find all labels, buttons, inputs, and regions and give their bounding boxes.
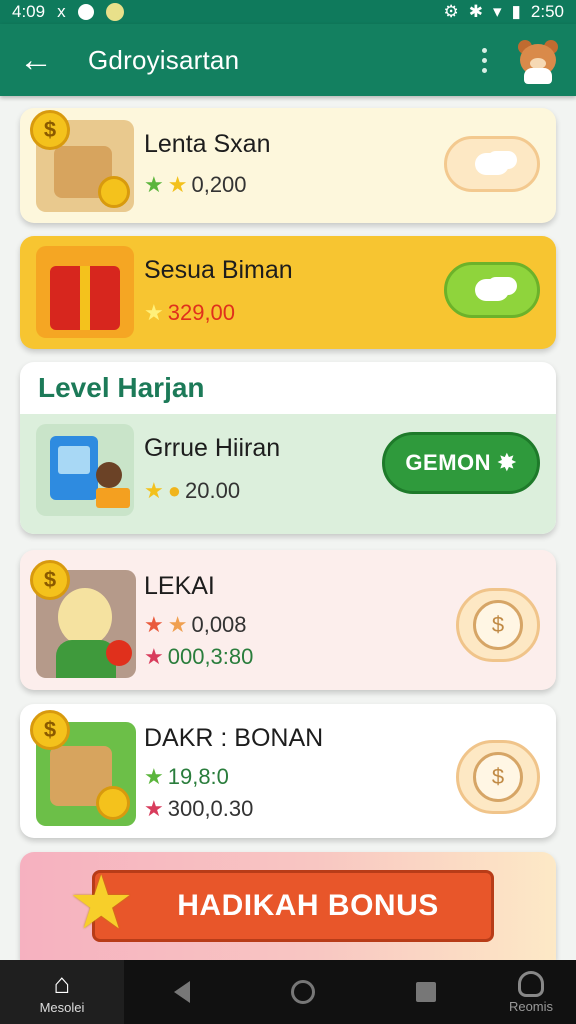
star-icon: ★ xyxy=(167,612,188,637)
coin-bubble-button[interactable]: $ xyxy=(456,740,540,814)
home-icon: ⌂ xyxy=(53,967,71,999)
reward-card-1[interactable]: $ Lenta Sxan ★ ★ 0,200 xyxy=(20,108,556,223)
reward-card-5[interactable]: $ DAKR : BONAN ★ 19,8:0 ★ 300,0.30 $ xyxy=(20,704,556,838)
status-bar: 4:09 x ⚙ ✱ ▾ ▮ 2:50 xyxy=(0,0,576,24)
card-title: Grrue Hiiran xyxy=(144,434,281,462)
card-title: LEKAI xyxy=(144,572,215,600)
stat-value: 000,3:80 xyxy=(167,644,254,669)
star-icon: ★ xyxy=(144,478,164,503)
coin-badge-icon: $ xyxy=(30,710,70,750)
bonus-label: HADIKAH BONUS xyxy=(177,889,439,922)
gift-box-image xyxy=(36,246,134,338)
app-bar: ← Gdroyisartan xyxy=(0,24,576,96)
nav-profile[interactable]: Reomis xyxy=(486,970,576,1014)
cloud-icon xyxy=(475,279,509,301)
card-title: DAKR : BONAN xyxy=(144,724,324,752)
sparkle-icon: ✸ xyxy=(497,450,517,475)
app-badge-icon xyxy=(105,3,124,21)
coin-badge-icon: $ xyxy=(30,110,70,150)
bear-avatar-icon[interactable] xyxy=(514,36,562,84)
coin-bubble-icon: $ xyxy=(473,600,523,650)
reward-card-2[interactable]: Sesua Biman ★ 329,00 xyxy=(20,236,556,349)
level-card[interactable]: Grrue Hiiran ★ ● 20.00 GEMON ✸ xyxy=(20,414,556,534)
wifi-icon: ▾ xyxy=(493,2,502,21)
collect-button[interactable] xyxy=(444,262,540,318)
star-icon: ★ xyxy=(144,644,164,669)
star-icon: ★ xyxy=(144,796,164,821)
bluetooth-icon: ✱ xyxy=(468,2,483,21)
page-title: Gdroyisartan xyxy=(88,44,240,75)
more-vert-icon[interactable] xyxy=(464,24,504,96)
coin-bubble-icon: $ xyxy=(473,752,523,802)
cloud-icon xyxy=(475,153,509,175)
status-time-left: 4:09 xyxy=(12,2,46,21)
star-icon: ★ xyxy=(144,612,164,637)
reward-card-4[interactable]: $ LEKAI ★ ★ 0,008 ★ 000,3:80 $ xyxy=(20,550,556,690)
bonus-card: HADIKAH BONUS ★ xyxy=(20,852,556,960)
bonus-button[interactable]: HADIKAH BONUS xyxy=(92,870,494,942)
back-nav-icon[interactable] xyxy=(174,981,191,1003)
home-nav-icon[interactable] xyxy=(290,980,315,1004)
notification-dot-icon xyxy=(77,4,94,20)
card-stat: ★ 19,8:0 xyxy=(144,764,229,790)
card-title: Lenta Sxan xyxy=(144,130,271,158)
stat-value: 0,008 xyxy=(191,612,247,637)
recents-nav-icon[interactable] xyxy=(415,982,436,1002)
nav-home[interactable]: ⌂ Mesolei xyxy=(0,960,124,1024)
coin-icon: ● xyxy=(167,478,182,503)
settings-gear-icon: ⚙ xyxy=(443,2,459,21)
card-title: Sesua Biman xyxy=(144,256,293,284)
battery-icon: ▮ xyxy=(511,2,521,21)
stat-value: 300,0.30 xyxy=(167,796,254,821)
profile-icon xyxy=(518,970,544,997)
star-icon: ★ xyxy=(144,172,164,197)
nav-profile-label: Reomis xyxy=(508,998,554,1014)
nav-home-label: Mesolei xyxy=(39,999,85,1015)
coin-bubble-button[interactable]: $ xyxy=(456,588,540,662)
card-stat-2: ★ 300,0.30 xyxy=(144,796,253,822)
arrow-left-icon[interactable]: ← xyxy=(0,24,72,96)
bottom-nav: ⌂ Mesolei Reomis xyxy=(0,960,576,1024)
gemon-button-label: GEMON xyxy=(405,450,492,475)
star-icon: ★ xyxy=(144,300,164,325)
section-title: Level Harjan xyxy=(38,372,205,403)
card-stat: ★ ★ 0,200 xyxy=(144,172,247,198)
stat-value: 0,200 xyxy=(191,172,247,197)
stat-value: 329,00 xyxy=(167,300,236,325)
gemon-button[interactable]: GEMON ✸ xyxy=(382,432,540,494)
level-section-card: Level Harjan Grrue Hiiran ★ ● 20.00 GEMO… xyxy=(20,362,556,534)
star-icon: ★ xyxy=(167,172,188,197)
card-stat-2: ★ 000,3:80 xyxy=(144,644,253,670)
stat-value: 20.00 xyxy=(185,478,241,503)
star-icon: ★ xyxy=(68,861,135,944)
status-time-right: 2:50 xyxy=(530,2,564,21)
card-stat: ★ 329,00 xyxy=(144,300,235,326)
card-stat: ★ ★ 0,008 xyxy=(144,612,247,638)
star-icon: ★ xyxy=(144,764,164,789)
stat-value: 19,8:0 xyxy=(167,764,229,789)
collect-button[interactable] xyxy=(444,136,540,192)
game-machine-image xyxy=(36,424,134,516)
coin-badge-icon: $ xyxy=(30,560,70,600)
status-glyph: x xyxy=(57,2,66,21)
card-stat: ★ ● 20.00 xyxy=(144,478,240,504)
